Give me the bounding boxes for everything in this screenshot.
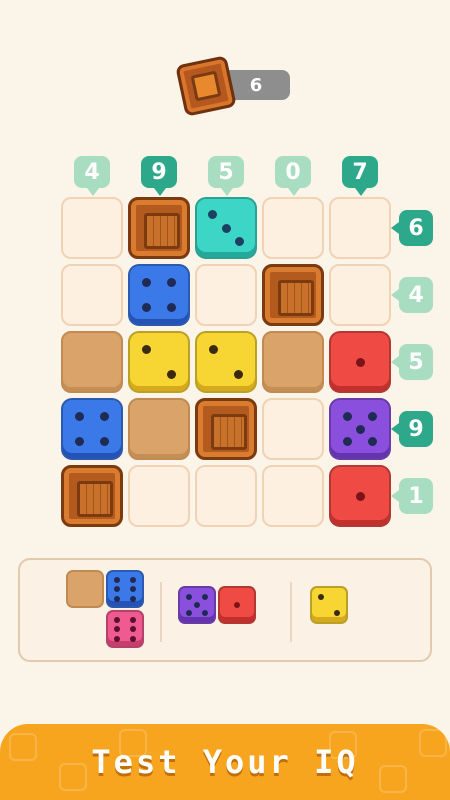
die-pip — [114, 595, 121, 602]
die-pip — [343, 412, 353, 422]
teal-die-3[interactable] — [195, 197, 257, 259]
promo-banner: Test Your IQ — [0, 724, 450, 800]
die-pip — [99, 436, 109, 446]
row-target-5: 1 — [391, 478, 433, 514]
yellow-die-2[interactable] — [195, 331, 257, 393]
die-pip — [129, 635, 136, 642]
die-pip — [207, 209, 217, 219]
die-pip — [114, 635, 121, 642]
empty-cell[interactable] — [61, 197, 123, 259]
wooden-crate-cell[interactable] — [128, 197, 190, 259]
row-target-4: 9 — [391, 411, 433, 447]
empty-cell[interactable] — [262, 398, 324, 460]
die-pip — [142, 278, 152, 288]
die-pip — [142, 302, 152, 312]
column-target-4: 0 — [275, 156, 311, 196]
die-pip — [114, 586, 121, 592]
wood-block-cell[interactable] — [128, 398, 190, 460]
row-target-1: 6 — [391, 210, 433, 246]
column-target-1: 4 — [74, 156, 110, 196]
yellow-die-2[interactable] — [128, 331, 190, 393]
die-pip — [75, 436, 85, 446]
die-pip — [99, 412, 109, 422]
die-pip — [129, 576, 136, 583]
die-pip — [114, 576, 121, 583]
wooden-crate-cell[interactable] — [195, 398, 257, 460]
die-pip — [75, 412, 85, 422]
purple-die-5[interactable] — [178, 586, 216, 624]
die-pip — [367, 412, 377, 422]
die-pip — [355, 424, 365, 434]
die-pip — [234, 602, 240, 608]
pink-die-6[interactable] — [106, 610, 144, 648]
die-pip — [129, 586, 136, 592]
empty-cell[interactable] — [329, 264, 391, 326]
die-pip — [235, 237, 245, 247]
die-pip — [186, 594, 193, 601]
die-pip — [201, 609, 208, 616]
empty-cell[interactable] — [329, 197, 391, 259]
die-pip — [343, 436, 353, 446]
red-die-1[interactable] — [329, 465, 391, 527]
blue-die-4[interactable] — [128, 264, 190, 326]
empty-cell[interactable] — [262, 197, 324, 259]
die-pip — [333, 609, 340, 616]
crate-icon — [175, 55, 237, 117]
die-pip — [355, 357, 365, 367]
purple-die-5[interactable] — [329, 398, 391, 460]
banner-title: Test Your IQ — [91, 743, 359, 781]
yellow-die-2[interactable] — [310, 586, 348, 624]
empty-cell[interactable] — [195, 465, 257, 527]
die-pip — [114, 626, 121, 632]
wooden-crate-cell[interactable] — [262, 264, 324, 326]
row-target-3: 5 — [391, 344, 433, 380]
wood-block-cell[interactable] — [66, 570, 104, 608]
column-target-3: 5 — [208, 156, 244, 196]
die-pip — [142, 345, 152, 355]
die-pip — [194, 602, 200, 608]
die-pip — [129, 626, 136, 632]
die-pip — [166, 369, 176, 379]
crate-counter: 6 — [175, 55, 290, 117]
column-target-5: 7 — [342, 156, 378, 196]
wood-block-cell[interactable] — [262, 331, 324, 393]
die-pip — [355, 491, 365, 501]
row-target-2: 4 — [391, 277, 433, 313]
red-die-1[interactable] — [218, 586, 256, 624]
tray-divider — [290, 582, 292, 642]
die-pip — [129, 616, 136, 623]
die-pip — [221, 223, 231, 233]
red-die-1[interactable] — [329, 331, 391, 393]
wooden-crate-cell[interactable] — [61, 465, 123, 527]
die-pip — [166, 278, 176, 288]
die-pip — [367, 436, 377, 446]
die-pip — [318, 594, 325, 601]
column-target-2: 9 — [141, 156, 177, 196]
piece-tray — [18, 558, 432, 662]
die-pip — [233, 369, 243, 379]
tray-divider — [160, 582, 162, 642]
empty-cell[interactable] — [61, 264, 123, 326]
empty-cell[interactable] — [262, 465, 324, 527]
die-pip — [166, 302, 176, 312]
empty-cell[interactable] — [128, 465, 190, 527]
die-pip — [209, 345, 219, 355]
wood-block-cell[interactable] — [61, 331, 123, 393]
empty-cell[interactable] — [195, 264, 257, 326]
die-pip — [201, 594, 208, 601]
blue-die-4[interactable] — [61, 398, 123, 460]
blue-die-6[interactable] — [106, 570, 144, 608]
die-pip — [114, 616, 121, 623]
die-pip — [129, 595, 136, 602]
die-pip — [186, 609, 193, 616]
